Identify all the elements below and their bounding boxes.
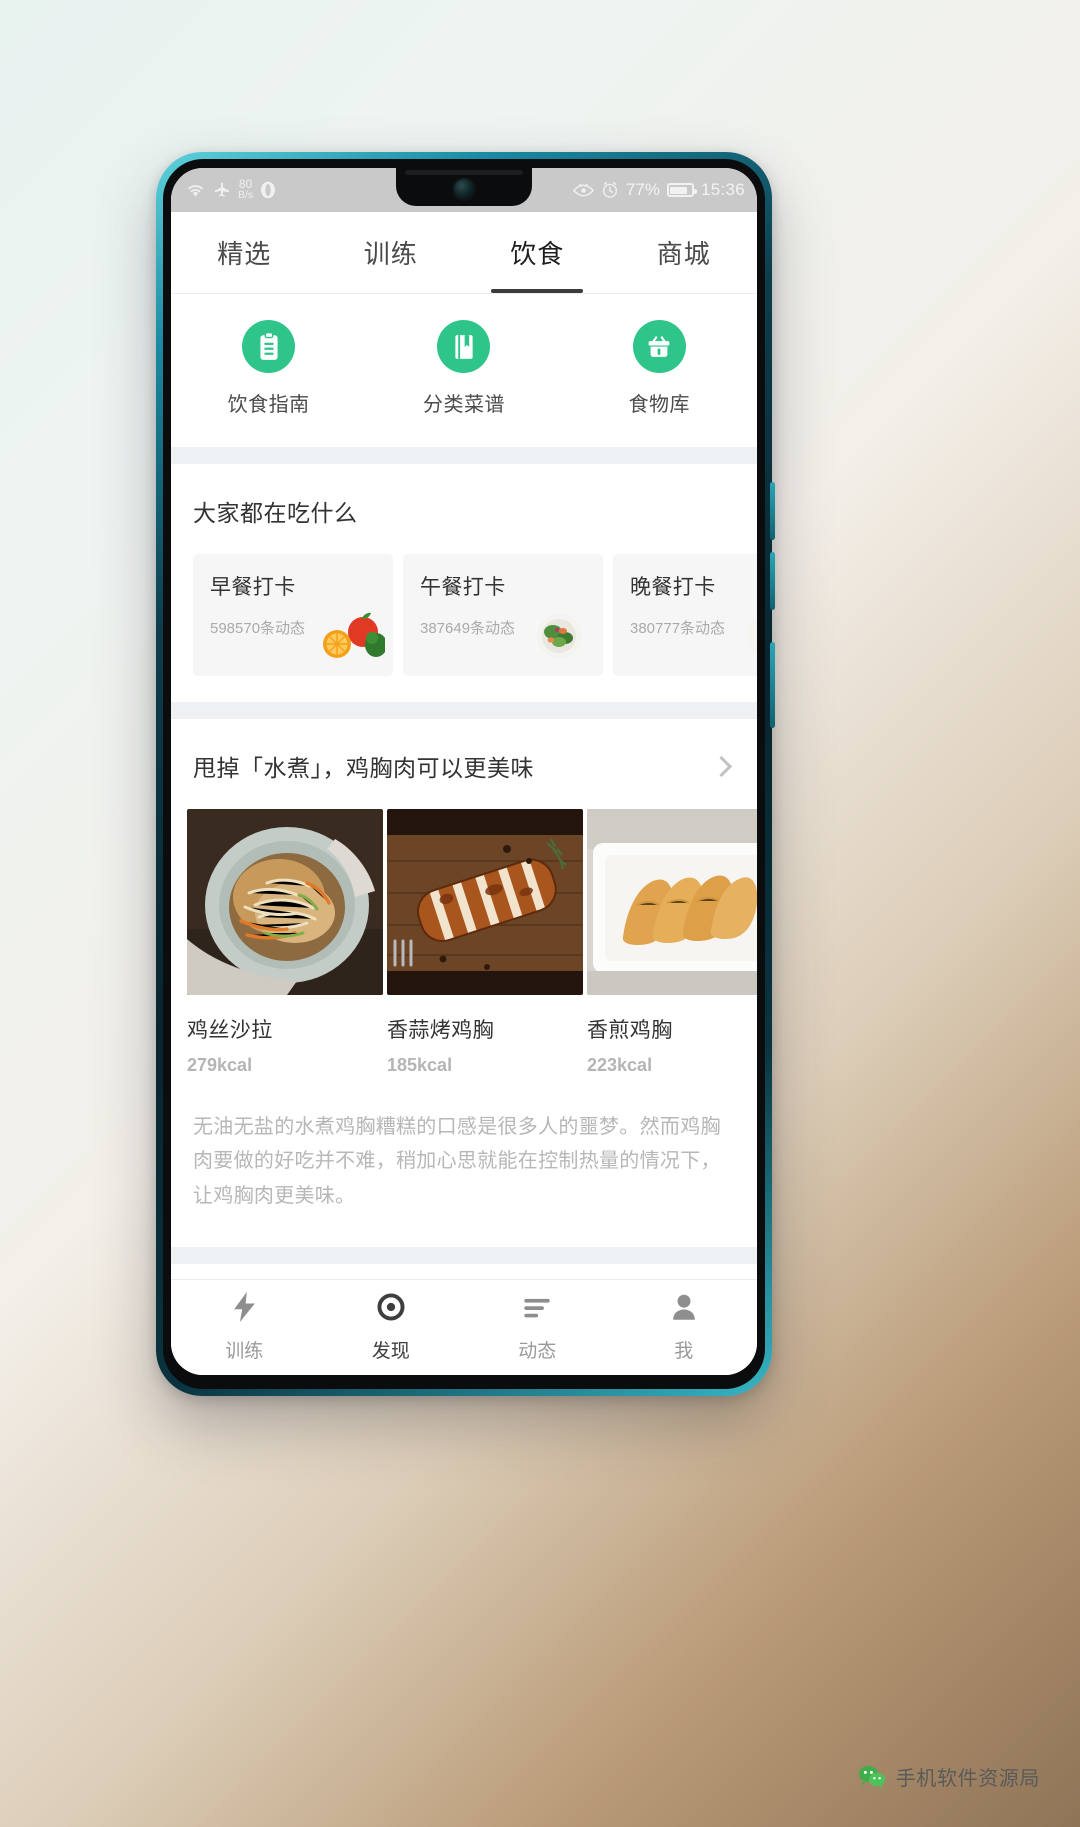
quick-entry-row: 饮食指南 分类菜谱 食物库	[171, 294, 757, 447]
garlic-roast-chicken-photo	[387, 809, 583, 995]
quick-entry-recipe-category[interactable]: 分类菜谱	[366, 320, 561, 417]
tab-featured-label: 精选	[217, 239, 272, 269]
meal-card-dinner-name: 晚餐打卡	[630, 576, 716, 599]
status-bar-left: 80 B/s	[185, 178, 276, 201]
tab-training[interactable]: 训练	[318, 212, 465, 293]
recipe-row[interactable]: 鸡丝沙拉 279kcal 香蒜烤鸡胸 185kcal 香煎鸡胸 223kcal	[171, 809, 757, 1076]
meal-card-breakfast-name: 早餐打卡	[210, 576, 296, 599]
nav-item-me-label: 我	[674, 1341, 694, 1362]
everyone-eating-section: 大家都在吃什么 早餐打卡 598570条动态 午餐打卡 387649条动态 晚餐…	[171, 464, 757, 702]
volume-up-button[interactable]	[770, 482, 775, 540]
section-divider-3	[171, 1247, 757, 1265]
circle-icon	[377, 1292, 405, 1327]
watermark: 手机软件资源局	[858, 1762, 1040, 1791]
everyone-eating-title: 大家都在吃什么	[193, 500, 358, 526]
meal-card-scroller[interactable]: 早餐打卡 598570条动态 午餐打卡 387649条动态 晚餐打卡 38077…	[171, 554, 757, 676]
recipe-card-chicken-salad-kcal: 279kcal	[187, 1055, 253, 1075]
article-title: 甩掉「水煮」，鸡胸肉可以更美味	[193, 755, 534, 781]
shredded-chicken-salad-photo	[187, 809, 383, 995]
earpiece-speaker	[405, 170, 523, 175]
clipboard-icon	[242, 320, 296, 373]
article-description: 无油无盐的水煮鸡胸糟糕的口感是很多人的噩梦。然而鸡胸肉要做的好吃并不难，稍加心思…	[171, 1076, 757, 1248]
book-icon	[437, 320, 491, 373]
salad-bowl-thumb	[529, 610, 595, 660]
status-bar-right: 77% 15:36	[572, 168, 745, 212]
recipe-card-pan-fried-chicken-name: 香煎鸡胸	[587, 1019, 673, 1042]
watermark-text: 手机软件资源局	[895, 1768, 1040, 1790]
quick-entry-diet-guide[interactable]: 饮食指南	[171, 320, 366, 417]
meal-card-breakfast[interactable]: 早餐打卡 598570条动态	[193, 554, 393, 676]
section-divider-2	[171, 702, 757, 719]
tab-mall-label: 商城	[656, 239, 711, 269]
phone-frame: 80 B/s 77% 15:36 精选 训练 饮食 商城 饮食指南 分类菜谱 食…	[156, 152, 775, 1396]
quick-entry-food-library-label: 食物库	[628, 394, 691, 416]
nav-item-discover[interactable]: 发现	[318, 1292, 465, 1363]
quick-entry-recipe-category-label: 分类菜谱	[422, 394, 505, 416]
recipe-card-garlic-roast-chicken[interactable]: 香蒜烤鸡胸 185kcal	[387, 809, 583, 1076]
section-divider	[171, 447, 757, 464]
recipe-card-garlic-roast-chicken-name: 香蒜烤鸡胸	[387, 1019, 494, 1042]
network-speed-unit: B/s	[238, 188, 254, 201]
quick-entry-food-library[interactable]: 食物库	[562, 320, 757, 417]
tab-diet[interactable]: 饮食	[464, 212, 611, 293]
tab-diet-label: 饮食	[510, 239, 565, 269]
status-bar-clock: 15:36	[700, 180, 745, 199]
nav-item-training[interactable]: 训练	[171, 1292, 318, 1363]
bottom-navigation-bar: 训练 发现 动态 我	[171, 1279, 757, 1375]
power-button[interactable]	[770, 642, 775, 728]
eye-comfort-icon	[572, 183, 594, 198]
meal-card-lunch[interactable]: 午餐打卡 387649条动态	[403, 554, 603, 676]
front-camera-icon	[454, 179, 474, 199]
opera-icon	[260, 181, 276, 199]
basket-icon	[632, 320, 686, 373]
chevron-right-icon[interactable]	[710, 755, 733, 777]
pan-fried-chicken-photo	[587, 809, 757, 995]
wechat-logo-icon	[858, 1765, 886, 1789]
nav-item-training-label: 训练	[225, 1341, 264, 1362]
airplane-mode-icon	[213, 181, 231, 199]
battery-icon	[666, 183, 697, 197]
volume-down-button[interactable]	[770, 552, 775, 610]
nav-item-feed-label: 动态	[518, 1341, 557, 1362]
recipe-card-chicken-salad[interactable]: 鸡丝沙拉 279kcal	[187, 809, 383, 1076]
recipe-card-garlic-roast-chicken-kcal: 185kcal	[387, 1055, 453, 1075]
phone-screen: 80 B/s 77% 15:36 精选 训练 饮食 商城 饮食指南 分类菜谱 食…	[171, 168, 757, 1375]
article-header[interactable]: 甩掉「水煮」，鸡胸肉可以更美味	[171, 719, 757, 809]
top-tab-bar: 精选 训练 饮食 商城	[171, 212, 757, 294]
tab-training-label: 训练	[363, 239, 418, 269]
recipe-card-chicken-salad-name: 鸡丝沙拉	[187, 1019, 273, 1042]
nav-item-me[interactable]: 我	[611, 1292, 758, 1363]
lightning-icon	[231, 1292, 258, 1327]
recipe-card-pan-fried-chicken[interactable]: 香煎鸡胸 223kcal	[587, 809, 757, 1076]
battery-percent-label: 77%	[625, 180, 660, 199]
lines-icon	[522, 1292, 552, 1327]
tab-featured[interactable]: 精选	[171, 212, 318, 293]
meal-card-dinner-count: 380777条动态	[630, 620, 726, 637]
nav-item-discover-label: 发现	[371, 1341, 410, 1362]
phone-bezel: 80 B/s 77% 15:36 精选 训练 饮食 商城 饮食指南 分类菜谱 食…	[163, 159, 765, 1389]
alarm-icon	[601, 181, 619, 199]
quick-entry-diet-guide-label: 饮食指南	[227, 394, 310, 416]
recipe-card-pan-fried-chicken-kcal: 223kcal	[587, 1055, 653, 1075]
meal-card-dinner[interactable]: 晚餐打卡 380777条动态	[613, 554, 757, 676]
salad-plate-thumb	[739, 610, 757, 660]
tab-mall[interactable]: 商城	[611, 212, 758, 293]
meal-card-lunch-name: 午餐打卡	[420, 576, 506, 599]
wifi-icon	[185, 182, 206, 198]
fruit-veg-thumb	[319, 610, 387, 660]
person-icon	[670, 1292, 698, 1327]
network-speed-indicator: 80 B/s	[238, 178, 254, 201]
nav-item-feed[interactable]: 动态	[464, 1292, 611, 1363]
